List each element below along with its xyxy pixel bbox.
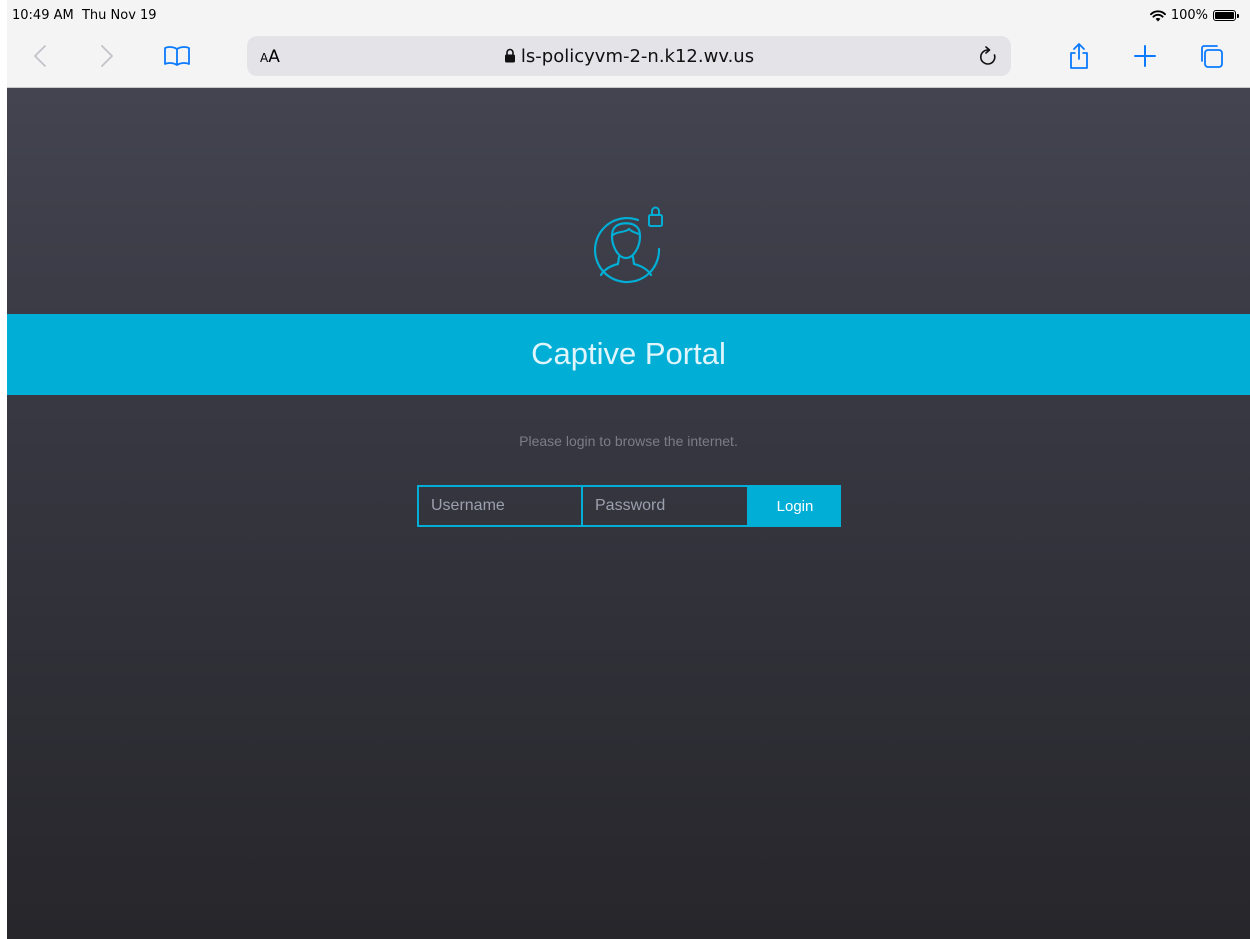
browser-toolbar: AA ls-policyvm-2-n.k12.wv.us bbox=[7, 34, 1250, 88]
reader-aa-icon: AA bbox=[260, 47, 280, 67]
status-bar: 10:49 AM Thu Nov 19 100% bbox=[7, 0, 1250, 34]
portal-banner: Captive Portal bbox=[7, 314, 1250, 395]
bookmarks-icon bbox=[164, 46, 190, 66]
tabs-button[interactable] bbox=[1197, 34, 1225, 78]
bookmarks-button[interactable] bbox=[159, 34, 195, 78]
status-indicators: 100% bbox=[1149, 8, 1239, 23]
new-tab-button[interactable] bbox=[1131, 34, 1159, 78]
url-display: ls-policyvm-2-n.k12.wv.us bbox=[247, 46, 1011, 67]
status-date: Thu Nov 19 bbox=[81, 8, 157, 23]
status-time: 10:49 AM bbox=[12, 8, 74, 23]
battery-icon bbox=[1213, 10, 1239, 21]
reload-icon bbox=[980, 46, 996, 65]
username-field[interactable] bbox=[417, 485, 583, 527]
tabs-icon bbox=[1201, 45, 1223, 68]
share-icon bbox=[1070, 43, 1088, 69]
forward-icon bbox=[101, 45, 113, 67]
password-field[interactable] bbox=[583, 485, 749, 527]
page-title: Captive Portal bbox=[531, 336, 726, 371]
url-text: ls-policyvm-2-n.k12.wv.us bbox=[520, 46, 755, 67]
captive-portal-page: Captive Portal Please login to browse th… bbox=[7, 88, 1250, 939]
login-instructions: Please login to browse the internet. bbox=[519, 433, 738, 449]
share-button[interactable] bbox=[1065, 34, 1093, 78]
reload-button[interactable] bbox=[979, 46, 999, 73]
battery-percent: 100% bbox=[1170, 8, 1208, 23]
address-bar[interactable]: AA ls-policyvm-2-n.k12.wv.us bbox=[247, 36, 1011, 76]
lock-icon bbox=[504, 48, 515, 63]
back-button[interactable] bbox=[25, 34, 55, 78]
forward-button[interactable] bbox=[92, 34, 122, 78]
new-tab-icon bbox=[1134, 45, 1156, 67]
login-form: Login bbox=[417, 485, 841, 527]
reader-aa-button[interactable]: AA bbox=[260, 47, 280, 67]
login-button[interactable]: Login bbox=[749, 485, 841, 527]
wifi-icon bbox=[1149, 9, 1166, 21]
status-datetime: 10:49 AM Thu Nov 19 bbox=[12, 8, 157, 23]
ipad-screen: 10:49 AM Thu Nov 19 100% AA ls-policyvm-… bbox=[7, 0, 1250, 939]
back-icon bbox=[34, 45, 46, 67]
user-lock-icon bbox=[593, 206, 663, 284]
